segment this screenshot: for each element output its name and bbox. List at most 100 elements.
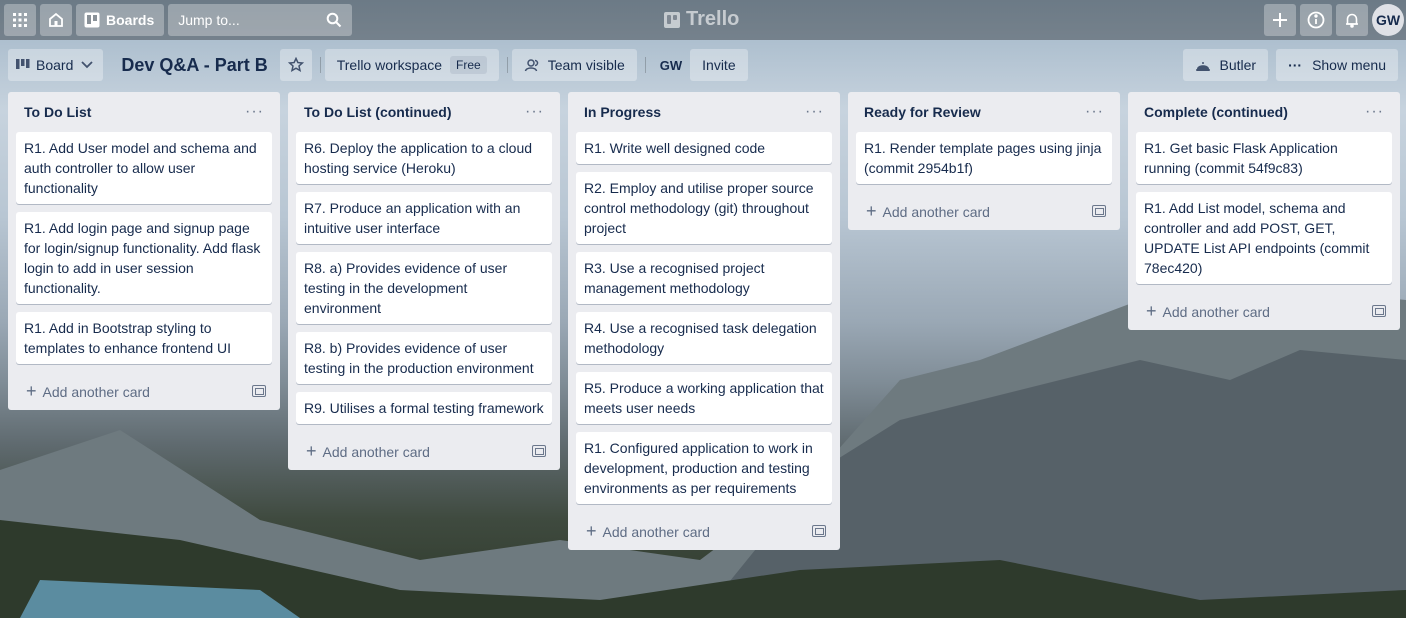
add-card-label: Add another card [1162, 303, 1270, 320]
visibility-button[interactable]: Team visible [511, 49, 637, 81]
board-icon [84, 12, 100, 28]
team-icon [524, 59, 538, 72]
right-nav: GW [1264, 4, 1404, 36]
trello-logo[interactable]: Trello [664, 8, 739, 31]
search-placeholder: Jump to... [178, 12, 240, 28]
home-button[interactable] [40, 4, 72, 36]
card-template-icon[interactable] [1372, 305, 1386, 317]
top-nav: Boards Jump to... Trello GW [0, 0, 1406, 40]
card-template-icon[interactable] [252, 385, 266, 397]
star-icon [287, 57, 304, 72]
list-ready-for-review: Ready for Review ··· R1. Render template… [848, 92, 1120, 230]
list-header[interactable]: To Do List (continued) ··· [296, 92, 552, 132]
list-menu-icon[interactable]: ··· [1365, 103, 1384, 121]
butler-icon [1196, 62, 1211, 71]
card[interactable]: R4. Use a recognised task delegation met… [576, 312, 832, 364]
info-button[interactable] [1300, 4, 1332, 36]
bell-icon [1346, 13, 1358, 28]
card[interactable]: R9. Utilises a formal testing framework [296, 392, 552, 424]
card-template-icon[interactable] [532, 445, 546, 457]
list-menu-icon[interactable]: ··· [525, 103, 544, 121]
visibility-label: Team visible [547, 57, 625, 73]
add-card-button[interactable]: + Add another card [296, 432, 552, 470]
info-icon [1307, 11, 1325, 29]
member-avatar[interactable]: GW [660, 58, 682, 73]
create-button[interactable] [1264, 4, 1296, 36]
show-menu-button[interactable]: ··· Show menu [1276, 49, 1398, 81]
card[interactable]: R7. Produce an application with an intui… [296, 192, 552, 244]
board-view-label: Board [36, 57, 74, 73]
list-title[interactable]: To Do List (continued) [304, 104, 452, 120]
list-header[interactable]: Ready for Review ··· [856, 92, 1112, 132]
workspace-button[interactable]: Trello workspace Free [324, 49, 499, 81]
list-title[interactable]: Complete (continued) [1144, 104, 1288, 120]
board-title[interactable]: Dev Q&A - Part B [121, 55, 267, 76]
grid-icon [13, 13, 27, 27]
list-menu-icon[interactable]: ··· [1085, 103, 1104, 121]
add-card-label: Add another card [602, 523, 710, 540]
card[interactable]: R8. a) Provides evidence of user testing… [296, 252, 552, 324]
add-card-text: + Add another card [306, 441, 430, 462]
butler-label: Butler [1219, 57, 1257, 73]
list-title[interactable]: Ready for Review [864, 104, 981, 120]
list-in-progress: In Progress ··· R1. Write well designed … [568, 92, 840, 550]
notifications-button[interactable] [1336, 4, 1368, 36]
list-menu-icon[interactable]: ··· [245, 103, 264, 121]
list-header[interactable]: To Do List ··· [16, 92, 272, 132]
plus-icon: + [306, 440, 317, 461]
board-header: Board Dev Q&A - Part B Trello workspace … [8, 48, 1398, 82]
add-card-label: Add another card [42, 383, 150, 400]
card[interactable]: R3. Use a recognised project management … [576, 252, 832, 304]
divider [506, 57, 508, 73]
add-card-text: + Add another card [1146, 301, 1270, 322]
search-input[interactable]: Jump to... [168, 4, 353, 36]
plus-icon: + [866, 200, 877, 221]
list-title[interactable]: To Do List [24, 104, 91, 120]
card-template-icon[interactable] [1092, 205, 1106, 217]
add-card-button[interactable]: + Add another card [576, 512, 832, 550]
header-right: Butler ··· Show menu [1183, 49, 1398, 81]
add-card-text: + Add another card [866, 201, 990, 222]
list-header[interactable]: In Progress ··· [576, 92, 832, 132]
add-card-button[interactable]: + Add another card [16, 372, 272, 410]
card[interactable]: R5. Produce a working application that m… [576, 372, 832, 424]
list-complete-continued: Complete (continued) ··· R1. Get basic F… [1128, 92, 1400, 330]
divider [644, 57, 646, 73]
card[interactable]: R1. Add in Bootstrap styling to template… [16, 312, 272, 364]
card[interactable]: R6. Deploy the application to a cloud ho… [296, 132, 552, 184]
card[interactable]: R1. Get basic Flask Application running … [1136, 132, 1392, 184]
invite-button[interactable]: Invite [690, 49, 748, 81]
list-to-do-continued: To Do List (continued) ··· R6. Deploy th… [288, 92, 560, 470]
list-menu-icon[interactable]: ··· [805, 103, 824, 121]
card[interactable]: R8. b) Provides evidence of user testing… [296, 332, 552, 384]
avatar[interactable]: GW [1372, 4, 1404, 36]
list-header[interactable]: Complete (continued) ··· [1136, 92, 1392, 132]
card[interactable]: R1. Write well designed code [576, 132, 832, 164]
add-card-button[interactable]: + Add another card [1136, 292, 1392, 330]
card[interactable]: R2. Employ and utilise proper source con… [576, 172, 832, 244]
card[interactable]: R1. Render template pages using jinja (c… [856, 132, 1112, 184]
card-template-icon[interactable] [812, 525, 826, 537]
invite-label: Invite [702, 57, 736, 73]
divider [319, 57, 321, 73]
add-card-label: Add another card [322, 443, 430, 460]
board-view-switcher[interactable]: Board [8, 49, 104, 81]
board-view-icon [16, 59, 30, 69]
star-button[interactable] [279, 49, 312, 81]
card[interactable]: R1. Add login page and signup page for l… [16, 212, 272, 304]
show-menu-label: Show menu [1312, 57, 1386, 73]
butler-button[interactable]: Butler [1183, 49, 1269, 81]
boards-label: Boards [106, 12, 155, 28]
add-card-text: + Add another card [26, 381, 150, 402]
card[interactable]: R1. Add List model, schema and controlle… [1136, 192, 1392, 284]
add-card-text: + Add another card [586, 521, 710, 542]
chevron-down-icon [81, 61, 93, 69]
list-title[interactable]: In Progress [584, 104, 661, 120]
card[interactable]: R1. Configured application to work in de… [576, 432, 832, 504]
boards-button[interactable]: Boards [76, 4, 165, 36]
card[interactable]: R1. Add User model and schema and auth c… [16, 132, 272, 204]
apps-grid-button[interactable] [4, 4, 36, 36]
logo-text: Trello [686, 8, 740, 30]
add-card-button[interactable]: + Add another card [856, 192, 1112, 230]
add-card-label: Add another card [882, 203, 990, 220]
